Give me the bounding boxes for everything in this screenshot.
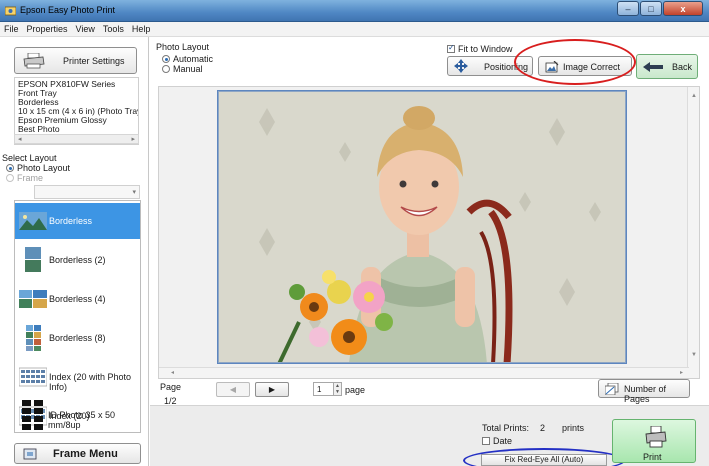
layout-item-borderless[interactable]: Borderless xyxy=(15,203,140,239)
girl-with-flowers-photo-icon xyxy=(219,92,625,362)
chevron-down-icon: ▾ xyxy=(132,189,136,196)
layout-item-label: Borderless (2) xyxy=(49,255,106,265)
fit-to-window-label: Fit to Window xyxy=(458,44,513,54)
layout-item-id-photo[interactable]: ID Photo 35 x 50 mm/8up xyxy=(14,397,141,433)
arrow-left-icon: ◀ xyxy=(229,385,237,394)
radio-unselected xyxy=(162,65,170,73)
borderless-thumbnail-icon xyxy=(19,212,47,230)
next-page-button[interactable]: ▶ xyxy=(255,382,289,397)
main-area: Photo Layout Automatic Manual Fit to Win… xyxy=(150,37,709,466)
back-arrow-icon xyxy=(643,62,663,72)
total-prints-value: 2 xyxy=(540,423,546,433)
back-button[interactable]: Back xyxy=(636,54,698,79)
automatic-radio[interactable]: Automatic xyxy=(162,54,213,64)
frame-menu-button[interactable]: Frame Menu xyxy=(14,443,141,464)
page-label: Page xyxy=(160,382,182,392)
title-bar: Epson Easy Photo Print ‒ □ x xyxy=(0,0,709,22)
layout-item-label: Index (20 with Photo Info) xyxy=(49,372,132,392)
menu-tools[interactable]: Tools xyxy=(99,22,128,36)
preview-horizontal-scrollbar[interactable]: ◂ ▸ xyxy=(159,367,689,378)
radio-selected xyxy=(162,55,170,63)
frame-radio[interactable]: Frame xyxy=(6,173,43,183)
menu-bar: File Properties View Tools Help xyxy=(0,22,709,37)
move-arrows-icon xyxy=(454,59,468,73)
page-word-label: page xyxy=(345,385,366,395)
printer-settings-label: Printer Settings xyxy=(63,56,125,66)
page-spinner[interactable]: ▲ ▼ xyxy=(333,382,342,396)
photo-preview-image xyxy=(218,91,626,363)
printer-icon xyxy=(645,426,667,448)
date-checkbox[interactable]: Date xyxy=(482,436,512,446)
printer-info-scrollbar[interactable]: ◂ ▸ xyxy=(14,134,139,144)
bottom-bar: Total Prints: 2 prints Date Fix Red-Eye … xyxy=(150,405,709,466)
id-photo-thumbnail-icon xyxy=(22,400,43,430)
print-button[interactable]: Print xyxy=(612,419,696,463)
photo-layout-radio-label: Photo Layout xyxy=(17,163,71,173)
manual-radio-label: Manual xyxy=(173,64,203,74)
frame-icon xyxy=(23,448,37,460)
layout-item-borderless-8[interactable]: Borderless (8) xyxy=(15,320,140,356)
layout-item-label: ID Photo 35 x 50 mm/8up xyxy=(48,410,116,430)
checkbox-checked xyxy=(447,43,455,53)
borderless-2-thumbnail-icon xyxy=(25,247,41,272)
index-info-thumbnail-icon xyxy=(19,367,47,387)
borderless-8-thumbnail-icon xyxy=(26,325,41,351)
app-icon xyxy=(5,6,16,16)
total-prints-label: Total Prints: xyxy=(482,423,530,433)
image-correct-button[interactable]: Image Correct xyxy=(538,56,632,76)
layout-item-index-20-info[interactable]: Index (20 with Photo Info) xyxy=(15,359,140,395)
positioning-button[interactable]: Positioning xyxy=(447,56,533,76)
window-controls: ‒ □ x xyxy=(616,1,703,16)
layout-item-label: Borderless xyxy=(49,216,93,226)
layout-item-label: Borderless (4) xyxy=(49,294,106,304)
page-number-input[interactable]: 1 xyxy=(313,382,334,396)
layout-item-borderless-2[interactable]: Borderless (2) xyxy=(15,242,140,278)
close-button[interactable]: x xyxy=(663,1,703,16)
printer-icon xyxy=(23,53,45,69)
menu-view[interactable]: View xyxy=(72,22,99,36)
printer-settings-button[interactable]: Printer Settings xyxy=(14,47,137,74)
borderless-4-thumbnail-icon xyxy=(19,290,47,308)
layout-item-label: Borderless (8) xyxy=(49,333,106,343)
image-correct-label: Image Correct xyxy=(563,62,621,72)
total-prints-unit: prints xyxy=(562,423,585,433)
menu-file[interactable]: File xyxy=(0,22,23,36)
print-quality: Best Photo xyxy=(18,124,60,134)
preview-vertical-scrollbar[interactable]: ▲ ▼ xyxy=(687,87,699,378)
fix-red-eye-button[interactable]: Fix Red-Eye All (Auto) xyxy=(481,454,607,466)
left-panel: Printer Settings EPSON PX810FW Series Fr… xyxy=(0,37,149,466)
minimize-button[interactable]: ‒ xyxy=(617,1,639,16)
fit-to-window-checkbox[interactable]: Fit to Window xyxy=(447,43,513,54)
frame-dropdown[interactable]: ▾ xyxy=(34,185,140,199)
back-label: Back xyxy=(672,62,693,72)
manual-radio[interactable]: Manual xyxy=(162,64,203,74)
window-title: Epson Easy Photo Print xyxy=(20,5,116,15)
previous-page-button[interactable]: ◀ xyxy=(216,382,250,397)
photo-preview-area: ▲ ▼ ◂ ▸ xyxy=(158,86,700,379)
frame-menu-label: Frame Menu xyxy=(53,448,118,460)
select-layout-label: Select Layout xyxy=(2,153,57,163)
menu-help[interactable]: Help xyxy=(128,22,155,36)
radio-selected xyxy=(6,164,14,172)
menu-properties[interactable]: Properties xyxy=(23,22,72,36)
arrow-right-icon: ▶ xyxy=(268,385,276,394)
positioning-label: Positioning xyxy=(484,62,529,72)
photo-layout-radio[interactable]: Photo Layout xyxy=(6,163,70,173)
photo-layout-label: Photo Layout xyxy=(156,42,210,52)
number-of-pages-button[interactable]: Number of Pages xyxy=(598,379,690,404)
layout-item-borderless-4[interactable]: Borderless (4) xyxy=(15,281,140,317)
print-label: Print xyxy=(643,452,662,462)
image-correct-icon xyxy=(545,61,559,73)
frame-radio-label: Frame xyxy=(17,173,44,183)
pages-icon xyxy=(605,383,619,395)
number-of-pages-label: Number of Pages xyxy=(624,384,667,404)
date-label: Date xyxy=(493,436,513,446)
maximize-button[interactable]: □ xyxy=(640,1,662,16)
radio-unselected xyxy=(6,174,14,182)
checkbox-unchecked xyxy=(482,437,490,445)
automatic-radio-label: Automatic xyxy=(173,54,214,64)
